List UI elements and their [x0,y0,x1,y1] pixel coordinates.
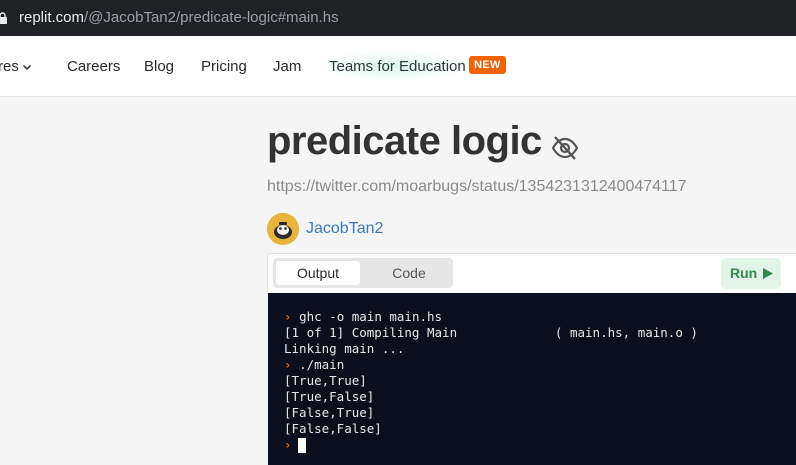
console-line-text: ghc -o main main.hs [299,309,443,324]
avatar[interactable] [267,213,299,245]
page-title: predicate logic [267,119,542,163]
address-bar[interactable]: replit.com/@JacobTan2/predicate-logic#ma… [0,0,796,36]
console-output[interactable]: › ghc -o main main.hs [1 of 1] Compiling… [268,293,796,465]
new-badge: NEW [469,56,506,74]
author-link[interactable]: JacobTan2 [306,220,383,238]
url-host: replit.com [19,9,85,26]
nav-item-features[interactable]: res [0,58,32,75]
nav-item-blog[interactable]: Blog [144,58,174,75]
console-line: [True,False] [284,389,375,404]
play-icon [763,268,773,279]
nav-item-label: res [0,58,19,75]
nav-item-careers[interactable]: Careers [67,58,120,75]
console-line: › ./main [284,357,344,372]
run-button[interactable]: Run [721,258,781,289]
run-button-label: Run [730,265,758,281]
console-line-text: ./main [299,357,345,372]
embed-header: Output Code Run [267,253,796,293]
console-line: [False,True] [284,405,375,420]
prompt-icon: › [284,309,292,324]
top-nav: res Careers Blog Pricing Jam Teams for E… [0,36,796,97]
url-path: /@JacobTan2/predicate-logic#main.hs [84,9,339,26]
url-text[interactable]: replit.com/@JacobTan2/predicate-logic#ma… [19,9,339,26]
avatar-image [267,213,299,245]
view-tabs: Output Code [273,258,453,288]
chevron-down-icon [22,65,31,71]
eye-slash-icon [551,136,579,160]
text-cursor [297,438,306,453]
console-line: [False,False] [284,421,382,436]
console-line: › [284,437,306,453]
lock-icon [0,12,7,24]
tab-output[interactable]: Output [276,261,360,285]
nav-item-pricing[interactable]: Pricing [201,58,247,75]
console-line: Linking main ... [284,341,405,356]
console-line: › ghc -o main main.hs [284,309,442,324]
prompt-icon: › [284,437,292,452]
repl-description[interactable]: https://twitter.com/moarbugs/status/1354… [267,178,687,196]
tab-code[interactable]: Code [368,261,450,285]
console-line: [1 of 1] Compiling Main ( main.hs, main.… [284,325,698,340]
nav-item-jam[interactable]: Jam [273,58,301,75]
prompt-icon: › [284,357,292,372]
nav-item-teams-for-education[interactable]: Teams for Education [329,58,466,75]
console-line: [True,True] [284,373,367,388]
